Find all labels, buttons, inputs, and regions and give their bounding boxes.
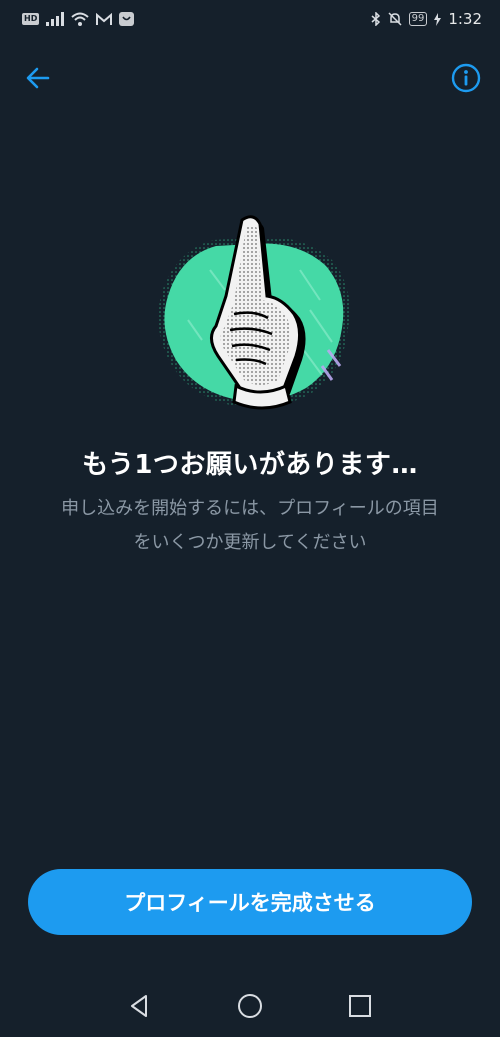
info-icon — [451, 63, 481, 93]
signal-icon — [46, 12, 65, 26]
battery-indicator: 99 — [408, 12, 428, 26]
pointing-hand-illustration — [150, 210, 360, 415]
square-recents-icon — [349, 995, 371, 1017]
complete-profile-button[interactable]: プロフィールを完成させる — [28, 869, 472, 935]
mute-bell-icon — [388, 12, 402, 26]
page-description: 申し込みを開始するには、プロフィールの項目 をいくつか更新してください — [30, 492, 470, 560]
bluetooth-icon — [371, 12, 380, 26]
charging-icon — [434, 12, 442, 26]
description-line-1: 申し込みを開始するには、プロフィールの項目 — [61, 498, 439, 519]
app-bar — [0, 50, 500, 104]
status-left: HD — [22, 12, 135, 26]
status-time: 1:32 — [448, 10, 482, 28]
hd-badge: HD — [22, 13, 40, 25]
gmail-icon — [96, 12, 113, 25]
nav-back-button[interactable] — [125, 991, 155, 1021]
description-line-2: をいくつか更新してください — [133, 532, 367, 553]
circle-home-icon — [238, 994, 262, 1018]
arrow-left-icon — [26, 67, 50, 89]
notification-app-icon — [119, 12, 135, 26]
nav-recents-button[interactable] — [345, 991, 375, 1021]
back-button[interactable] — [22, 62, 54, 94]
status-right: 99 1:32 — [371, 10, 482, 28]
system-nav-bar — [0, 975, 500, 1037]
wifi-icon — [71, 12, 90, 26]
nav-home-button[interactable] — [235, 991, 265, 1021]
page-title: もう1つお願いがあります… — [82, 450, 418, 480]
status-bar: HD 99 1:32 — [0, 0, 500, 38]
info-button[interactable] — [450, 62, 482, 94]
triangle-back-icon — [131, 995, 147, 1017]
